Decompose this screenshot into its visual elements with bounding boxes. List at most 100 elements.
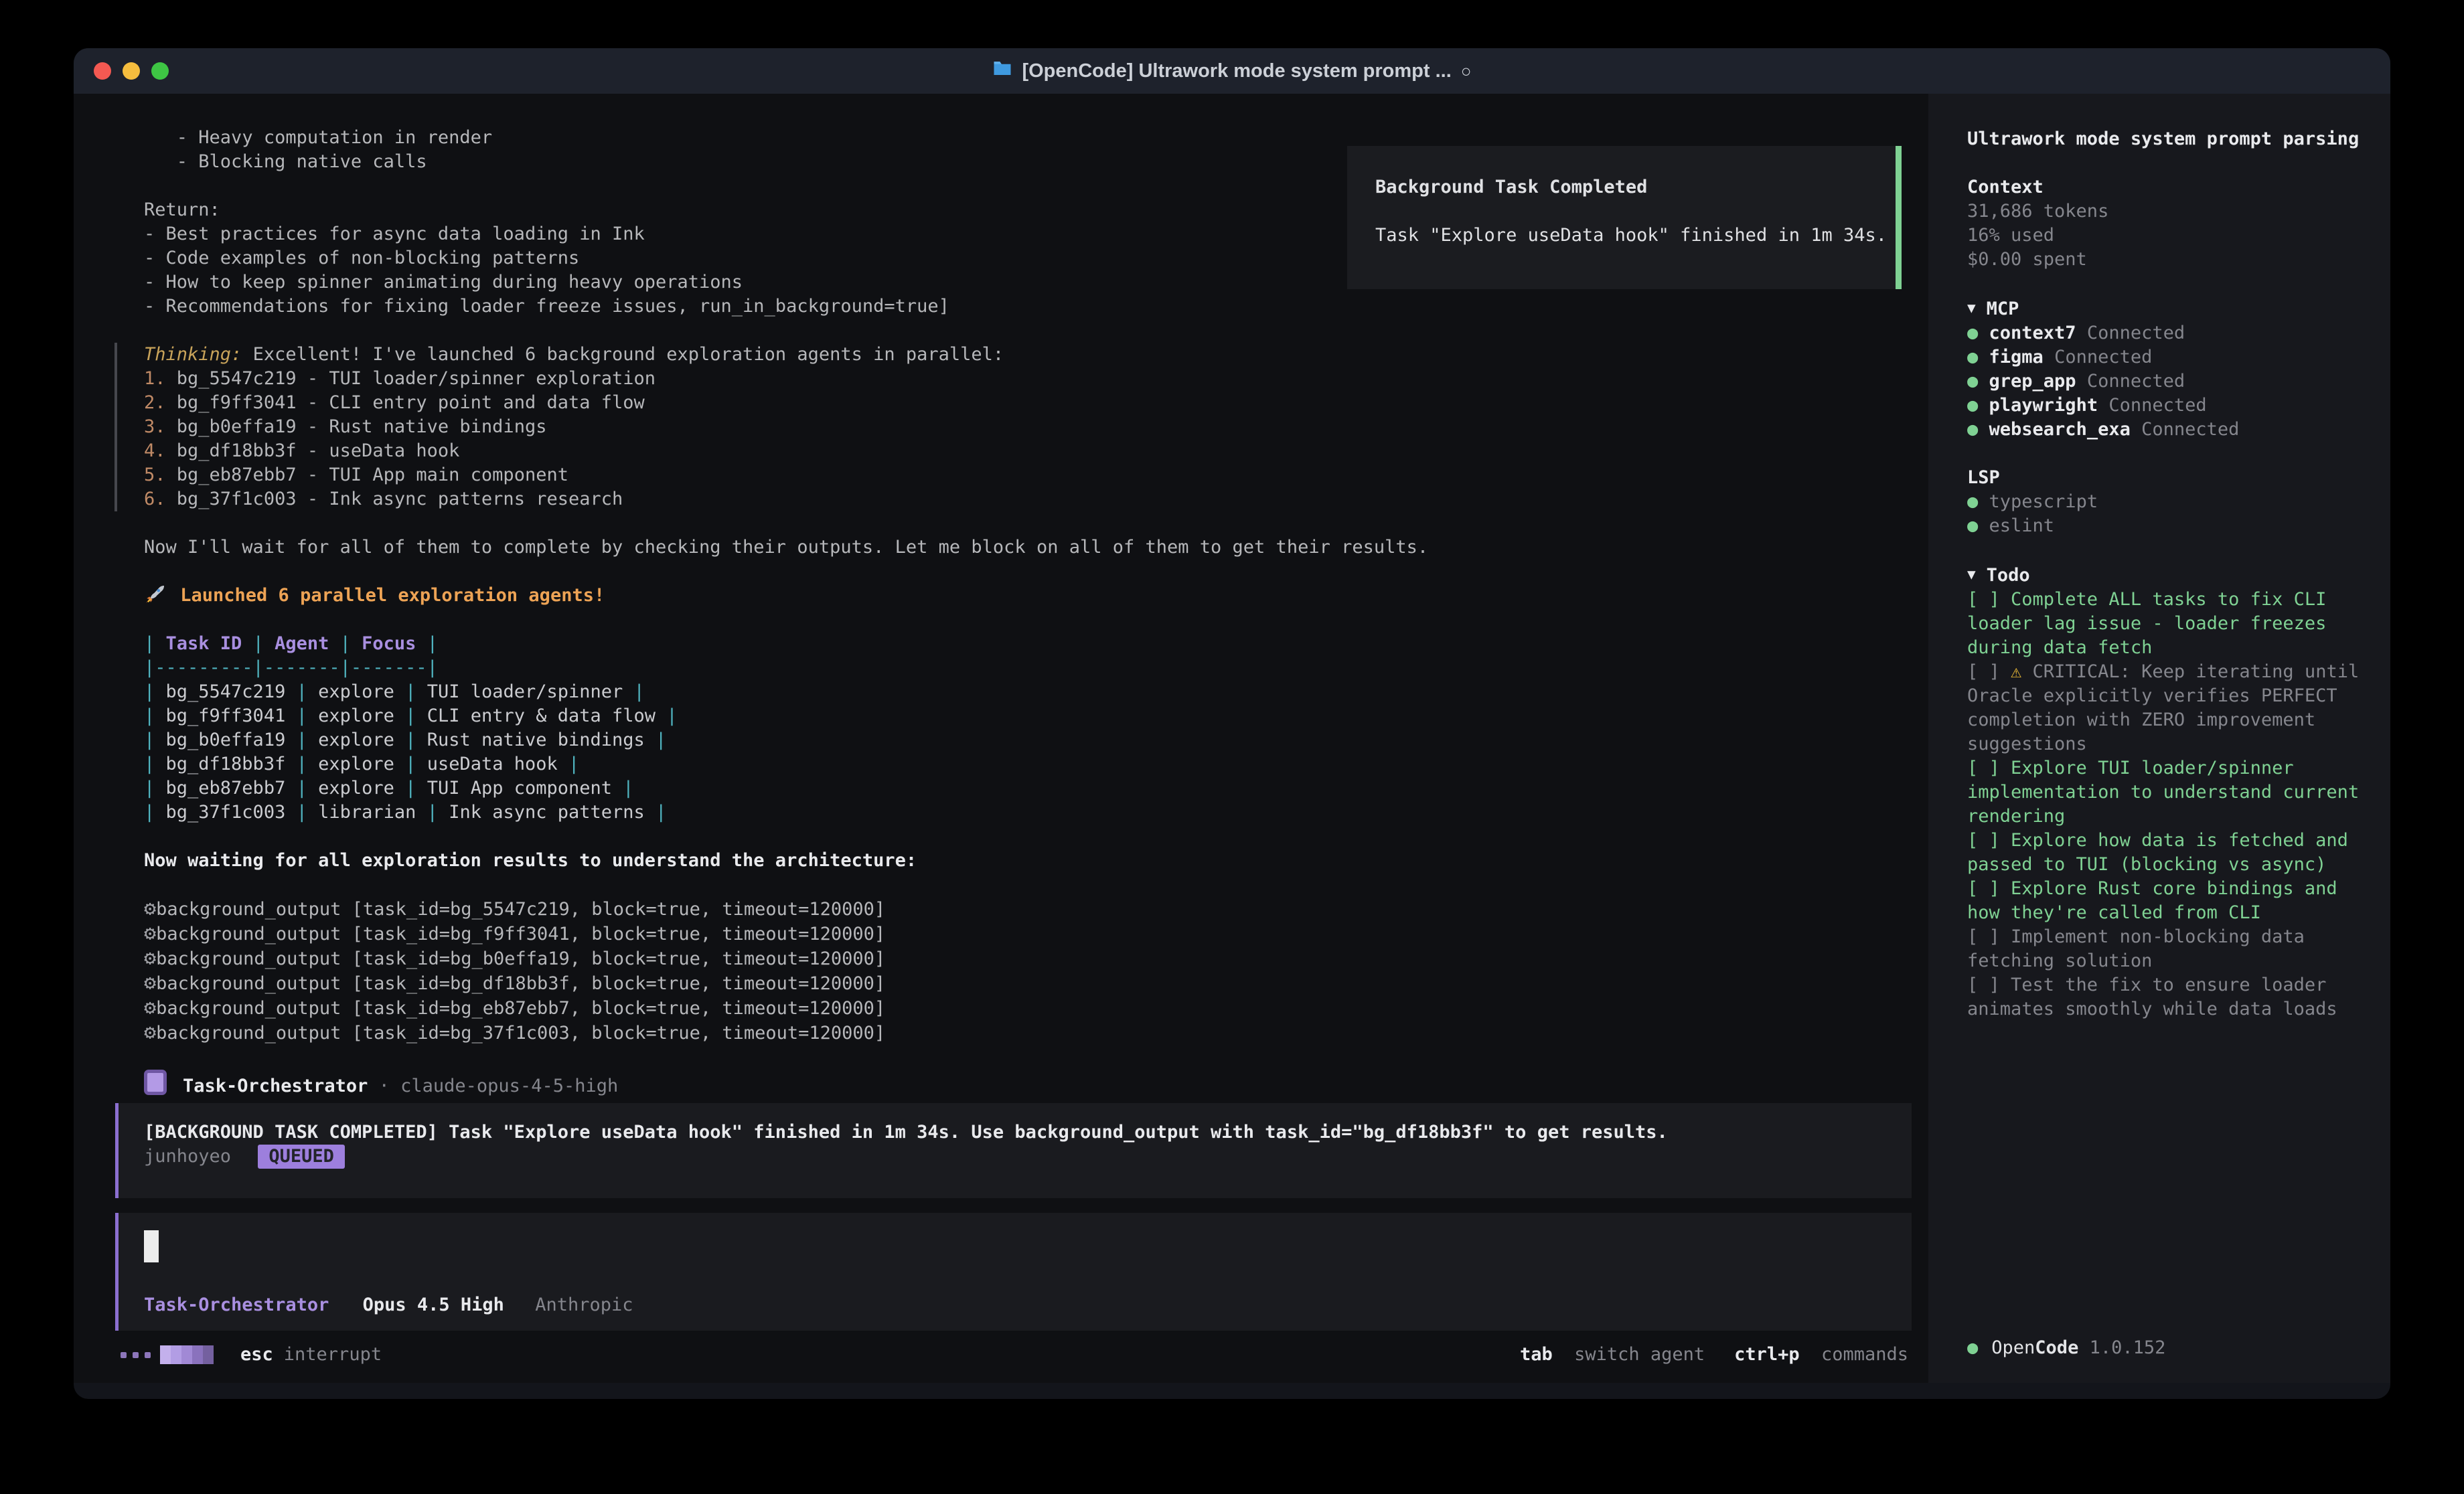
mcp-item: ● figma Connected [1967, 345, 2364, 369]
tab-key-label: switch agent [1574, 1344, 1705, 1365]
text-segment: 1. [144, 368, 166, 389]
text-segment: | [612, 778, 634, 799]
gear-icon: ⚙ [144, 1021, 156, 1044]
transcript-line: | bg_f9ff3041 | explore | CLI entry & da… [144, 704, 1858, 728]
transcript-line: ⚙background_output [task_id=bg_df18bb3f,… [144, 971, 1858, 996]
text-segment: bg_5547c219 - TUI loader/spinner explora… [166, 368, 656, 389]
status-dot-icon: ● [1967, 347, 1978, 367]
window-title: [OpenCode] Ultrawork mode system prompt … [74, 48, 2390, 94]
status-dot-icon: ● [1967, 323, 1978, 343]
spinner-dots-icon [121, 1352, 151, 1358]
todo-item: [ ] Complete ALL tasks to fix CLI loader… [1967, 588, 2364, 660]
background-task-toast[interactable]: Background Task Completed Task "Explore … [1347, 146, 1902, 289]
text-segment: librarian [318, 802, 416, 823]
context-used: 16% used [1967, 224, 2364, 248]
text-segment: - Best practices for async data loading … [144, 224, 645, 244]
transcript-line: 5. bg_eb87ebb7 - TUI App main component [144, 463, 1858, 487]
status-dot-icon: ● [1967, 491, 1978, 512]
text-segment: Connected [2131, 419, 2240, 440]
text-segment: | [242, 633, 275, 654]
todo-list: [ ] Complete ALL tasks to fix CLI loader… [1967, 588, 2364, 1021]
text-segment: | [144, 778, 166, 799]
gear-icon: ⚙ [144, 897, 156, 920]
text-segment: | [144, 754, 166, 774]
text-segment: bg_b0effa19 [166, 730, 286, 750]
rocket-icon [144, 585, 169, 606]
progress-blocks-icon [160, 1345, 214, 1364]
todo-item: [ ] Explore how data is fetched and pass… [1967, 829, 2364, 877]
todo-header-label: Todo [1987, 565, 2030, 586]
terminal-window: [OpenCode] Ultrawork mode system prompt … [74, 48, 2390, 1399]
text-segment: bg_df18bb3f [166, 754, 286, 774]
close-button[interactable] [94, 62, 111, 80]
text-segment: bg_eb87ebb7 [166, 778, 286, 799]
queued-message-text: [BACKGROUND TASK COMPLETED] Task "Explor… [144, 1120, 1912, 1145]
text-segment: bg_37f1c003 [166, 802, 286, 823]
transcript-line: Thinking: Excellent! I've launched 6 bac… [144, 343, 1858, 367]
tab-key-hint: tab [1520, 1344, 1553, 1365]
text-segment: Task-Orchestrator [183, 1076, 368, 1096]
zoom-button[interactable] [151, 62, 169, 80]
blank-line [144, 560, 1858, 584]
text-segment: bg_eb87ebb7 - TUI App main component [166, 465, 568, 485]
app-version: 1.0.152 [2090, 1337, 2166, 1358]
provider-name: Anthropic [535, 1295, 633, 1315]
text-segment: Connected [2044, 347, 2153, 367]
blank-line [144, 825, 1858, 849]
lsp-header: LSP [1967, 466, 2364, 490]
text-segment: | [623, 681, 645, 702]
todo-item: [ ] Implement non-blocking data fetching… [1967, 925, 2364, 973]
transcript-line: | Task ID | Agent | Focus | [144, 632, 1858, 656]
mcp-item: ● playwright Connected [1967, 394, 2364, 418]
toast-body: Task "Explore useData hook" finished in … [1375, 224, 1896, 248]
transcript-line: ⚙background_output [task_id=bg_f9ff3041,… [144, 922, 1858, 946]
username: junhoyeo [144, 1146, 231, 1167]
mcp-list: ● context7 Connected● figma Connected● g… [1967, 321, 2364, 442]
text-segment: bg_b0effa19 - Rust native bindings [166, 416, 547, 437]
text-segment: [ ] Test the fix to ensure loader animat… [1967, 975, 2337, 1019]
context-tokens: 31,686 tokens [1967, 199, 2364, 224]
mcp-item: ● grep_app Connected [1967, 369, 2364, 394]
minimize-button[interactable] [123, 62, 140, 80]
text-segment: | [558, 754, 580, 774]
text-segment: Launched 6 parallel exploration agents! [169, 585, 605, 606]
todo-header[interactable]: ▼Todo [1967, 562, 2364, 588]
transcript-line: 2. bg_f9ff3041 - CLI entry point and dat… [144, 391, 1858, 415]
todo-item: [ ] Explore TUI loader/spinner implement… [1967, 756, 2364, 829]
mcp-header[interactable]: ▼MCP [1967, 296, 2364, 321]
text-segment: Return: [144, 199, 220, 220]
gear-icon: ⚙ [144, 971, 156, 995]
text-segment: CLI entry & data flow [427, 706, 656, 726]
text-segment: CRITICAL: Keep iterating until Oracle ex… [1967, 661, 2370, 754]
text-segment: [ ] Explore how data is fetched and pass… [1967, 830, 2359, 875]
model-name[interactable]: Opus 4.5 High [363, 1295, 504, 1315]
text-segment: | [285, 802, 318, 823]
transcript-line: ⚙background_output [task_id=bg_5547c219,… [144, 897, 1858, 922]
title-bar: [OpenCode] Ultrawork mode system prompt … [74, 48, 2390, 94]
text-segment: | [285, 681, 318, 702]
text-segment: | [416, 633, 438, 654]
text-segment: | [645, 730, 667, 750]
gear-icon: ⚙ [144, 996, 156, 1019]
text-segment: | [394, 754, 427, 774]
text-segment: Focus [362, 633, 416, 654]
agent-name[interactable]: Task-Orchestrator [144, 1295, 329, 1315]
text-segment: background_output [task_id=bg_37f1c003, … [156, 1023, 885, 1044]
text-segment: background_output [task_id=bg_b0effa19, … [156, 948, 885, 969]
text-segment: explore [318, 730, 394, 750]
text-segment: Ink async patterns [449, 802, 645, 823]
status-dot-icon: ● [1967, 371, 1978, 392]
text-segment: Connected [2098, 395, 2207, 416]
prompt-input[interactable]: Task-Orchestrator Opus 4.5 High Anthropi… [115, 1213, 1912, 1331]
text-segment: explore [318, 706, 394, 726]
text-segment: | [329, 633, 362, 654]
status-dot-icon: ● [1967, 395, 1978, 416]
main-pane: - Heavy computation in render - Blocking… [74, 94, 1928, 1383]
blank-line [144, 511, 1858, 535]
text-segment: bg_f9ff3041 - CLI entry point and data f… [166, 392, 645, 413]
text-segment: | [645, 802, 667, 823]
blank-line [144, 1046, 1858, 1070]
sidebar: Ultrawork mode system prompt parsing Con… [1928, 94, 2390, 1383]
status-bar: esc interrupt tab switch agent ctrl+p co… [74, 1335, 1928, 1375]
text-segment: Agent [275, 633, 329, 654]
